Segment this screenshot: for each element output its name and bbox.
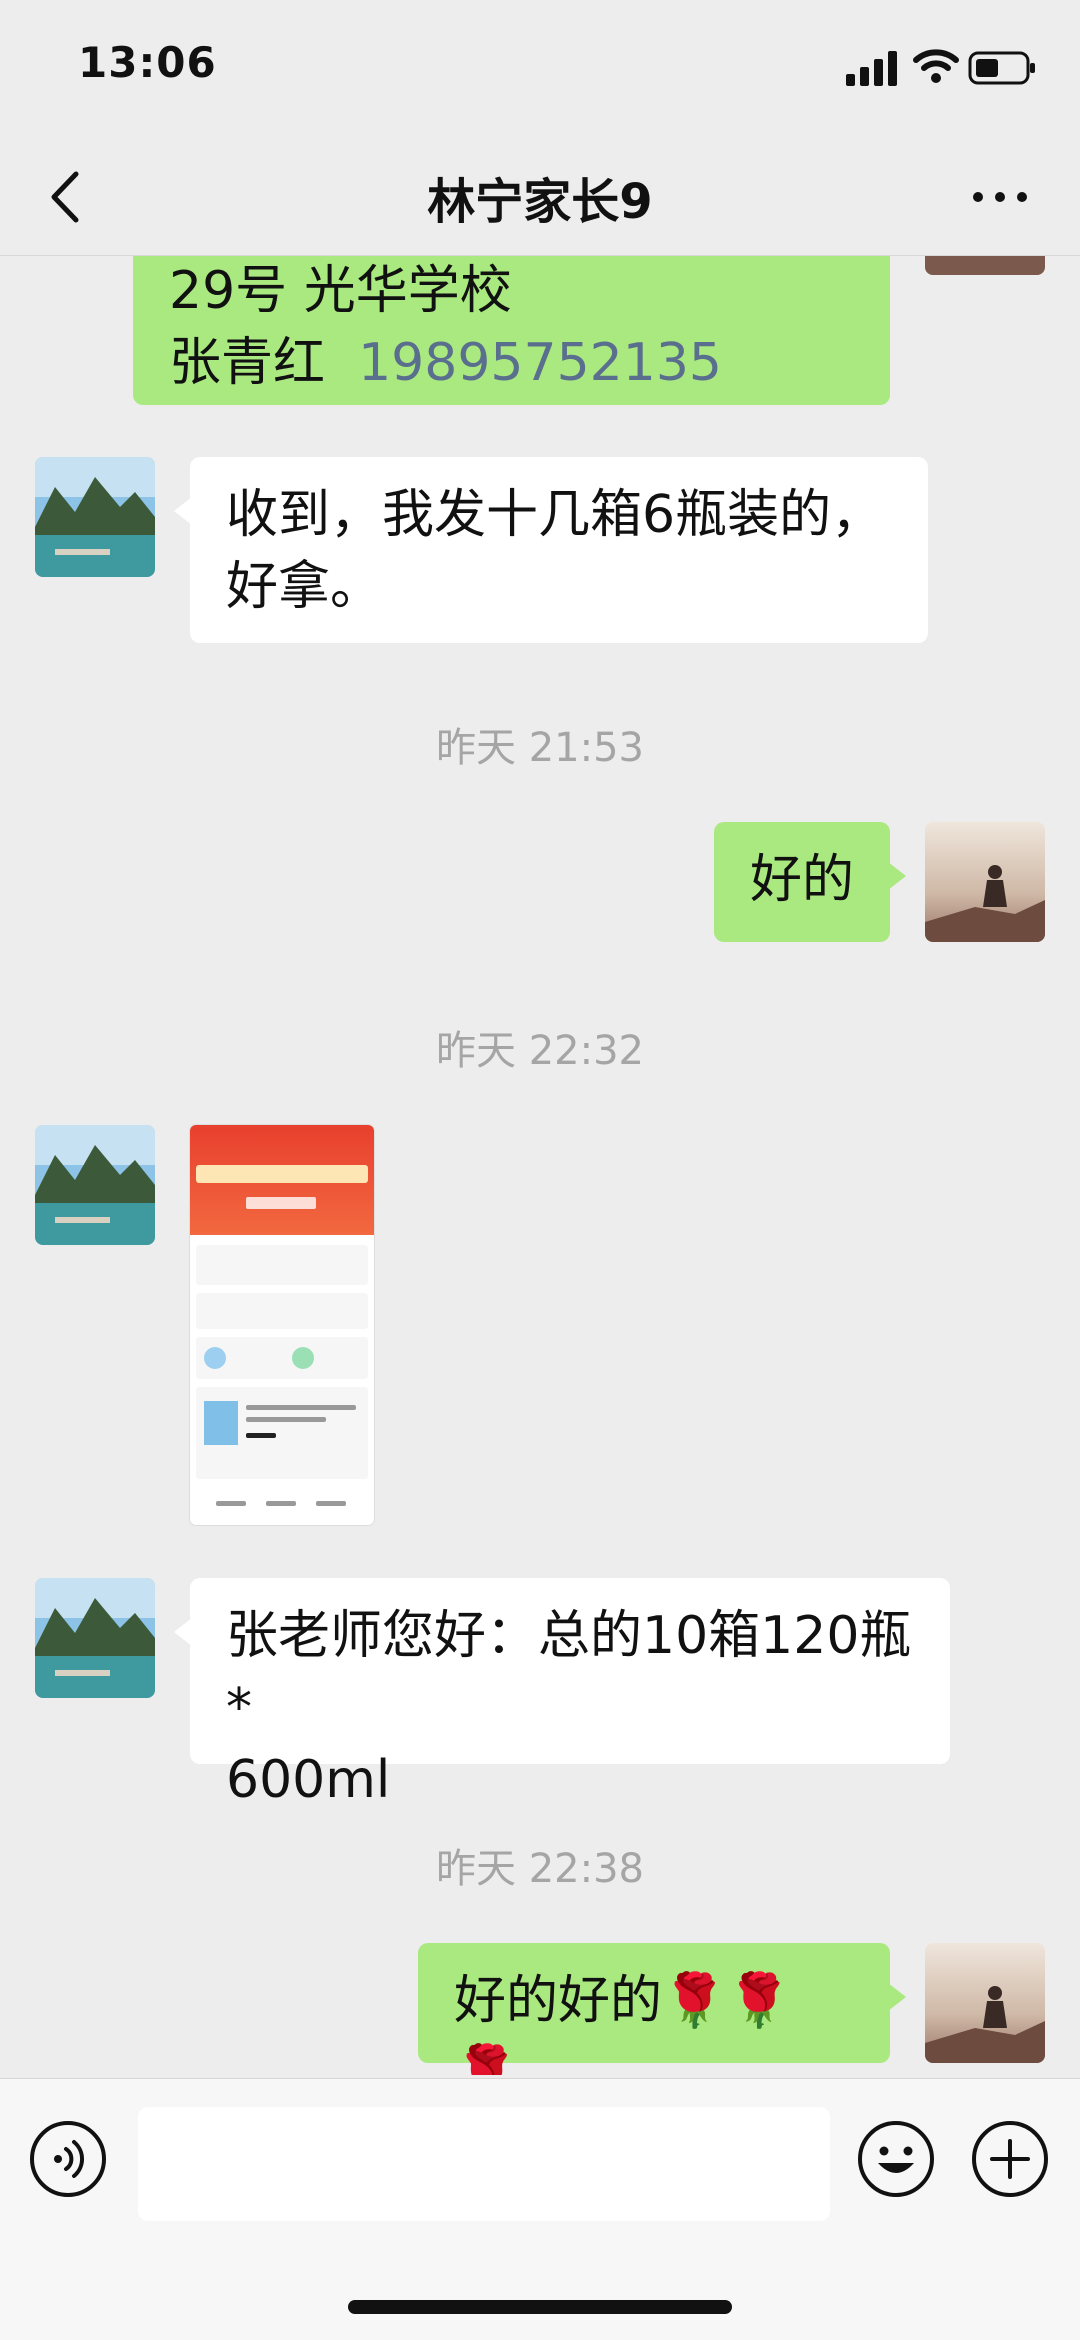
- message-text: 张青红 19895752135: [169, 327, 854, 399]
- message-input[interactable]: [138, 2107, 830, 2221]
- message-text: 收到，我发十几箱6瓶装的，: [226, 485, 884, 545]
- status-time: 13:06: [78, 38, 217, 87]
- voice-icon[interactable]: [28, 2119, 108, 2199]
- message-text: 张老师您好：总的10箱120瓶*: [226, 1606, 912, 1738]
- message-bubble-sent[interactable]: 好的好的🌹🌹🌹: [418, 1943, 906, 2075]
- message-bubble-received[interactable]: 张老师您好：总的10箱120瓶* 600ml: [174, 1578, 950, 1810]
- cellular-signal-icon: [844, 50, 904, 86]
- phone-number-link[interactable]: 19895752135: [358, 333, 722, 393]
- more-dots-icon[interactable]: [970, 172, 1030, 222]
- message-text: 好的好的🌹🌹🌹: [454, 1971, 792, 2075]
- message-text: 600ml: [226, 1750, 391, 1810]
- message-bubble-received[interactable]: 收到，我发十几箱6瓶装的， 好拿。: [174, 457, 928, 643]
- chat-header: 林宁家长9: [0, 140, 1080, 256]
- plus-icon[interactable]: [970, 2119, 1050, 2199]
- emoji-icon[interactable]: [856, 2119, 936, 2199]
- screenshot-header: [190, 1125, 374, 1235]
- message-bubble-sent[interactable]: 29号 光华学校 张青红 19895752135: [133, 255, 890, 405]
- home-indicator[interactable]: [348, 2300, 732, 2314]
- message-bubble-sent[interactable]: 好的: [714, 822, 906, 942]
- message-text: 好拿。: [226, 557, 383, 617]
- contact-name: 张青红: [169, 333, 326, 393]
- wifi-icon: [912, 46, 960, 86]
- message-timestamp: 昨天 22:32: [436, 1028, 644, 1074]
- message-timestamp: 昨天 21:53: [436, 725, 644, 771]
- my-avatar[interactable]: [925, 255, 1045, 275]
- image-message-screenshot[interactable]: [190, 1125, 374, 1525]
- my-avatar[interactable]: [925, 822, 1045, 942]
- chat-message-list[interactable]: 29号 光华学校 张青红 19895752135 收到，我发十几箱6瓶装的， 好…: [0, 255, 1080, 2075]
- message-timestamp: 昨天 22:38: [436, 1846, 644, 1892]
- contact-avatar[interactable]: [35, 1578, 155, 1698]
- battery-icon: [968, 50, 1038, 86]
- my-avatar[interactable]: [925, 1943, 1045, 2063]
- contact-avatar[interactable]: [35, 1125, 155, 1245]
- message-text: 好的: [750, 850, 855, 910]
- chat-title: 林宁家长9: [427, 174, 653, 230]
- message-text: 29号 光华学校: [169, 261, 512, 321]
- status-bar: 13:06: [0, 0, 1080, 140]
- contact-avatar[interactable]: [35, 457, 155, 577]
